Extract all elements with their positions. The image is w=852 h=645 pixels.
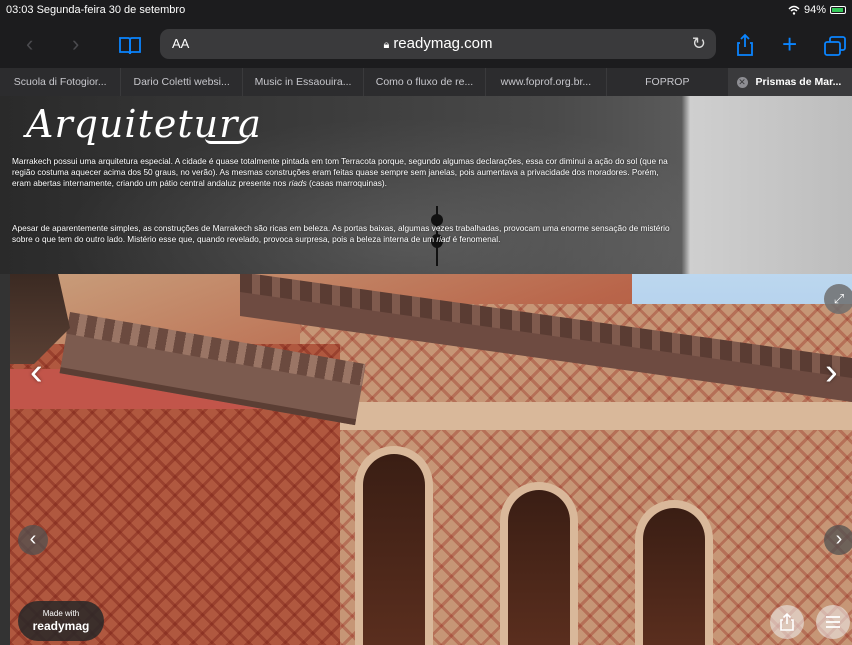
- photo-arch: [500, 482, 578, 645]
- status-date: Segunda-feira 30 de setembro: [36, 4, 186, 16]
- share-icon[interactable]: [736, 33, 754, 57]
- status-time-date: 03:03 Segunda-feira 30 de setembro: [6, 4, 185, 16]
- gallery-photo[interactable]: [10, 274, 852, 645]
- reload-icon[interactable]: ↻: [692, 34, 706, 54]
- tab-label: Prismas de Mar...: [755, 76, 842, 88]
- share-icon[interactable]: [770, 605, 804, 639]
- chevron-left-icon[interactable]: ‹: [18, 525, 48, 555]
- battery-percent: 94%: [803, 4, 826, 16]
- wifi-icon: [788, 5, 800, 15]
- chevron-right-icon[interactable]: ›: [72, 32, 79, 56]
- book-icon[interactable]: [118, 34, 142, 58]
- browser-toolbar: ‹ › AA 🔒︎ readymag.com ↻ +: [0, 20, 852, 68]
- tab-item[interactable]: Dario Coletti websi...: [121, 68, 243, 96]
- made-with-readymag-badge[interactable]: Made with readymag: [18, 601, 104, 641]
- menu-icon[interactable]: [816, 605, 850, 639]
- tab-item[interactable]: Como o fluxo de re...: [364, 68, 486, 96]
- photo-arch: [635, 500, 713, 645]
- page-content: Arquitetura Marrakech possui uma arquite…: [0, 96, 852, 645]
- chevron-left-icon[interactable]: ‹: [26, 32, 33, 56]
- battery-icon: [830, 6, 846, 14]
- tab-item[interactable]: Music in Essaouira...: [243, 68, 365, 96]
- tab-item[interactable]: Scuola di Fotogior...: [0, 68, 122, 96]
- photo-arch: [355, 446, 433, 645]
- photo-wall-band: [340, 402, 852, 430]
- url-text: readymag.com: [393, 35, 493, 52]
- status-indicators: 94%: [788, 4, 846, 16]
- lock-icon: 🔒︎: [383, 39, 390, 51]
- badge-brand-text: readymag: [32, 619, 90, 633]
- chevron-right-icon[interactable]: ›: [825, 352, 838, 392]
- status-time: 03:03: [6, 4, 34, 16]
- address-bar[interactable]: AA 🔒︎ readymag.com ↻: [160, 29, 716, 59]
- plus-icon[interactable]: +: [782, 31, 797, 57]
- screen: 03:03 Segunda-feira 30 de setembro 94% ‹…: [0, 0, 852, 645]
- tab-item[interactable]: www.foprof.org.br...: [486, 68, 608, 96]
- tab-item[interactable]: FOPROP: [607, 68, 729, 96]
- status-bar: 03:03 Segunda-feira 30 de setembro 94%: [0, 0, 852, 20]
- article-paragraph: Apesar de aparentemente simples, as cons…: [12, 223, 670, 244]
- title-swash-decoration: [205, 132, 250, 144]
- tab-item-active[interactable]: ✕ Prismas de Mar...: [728, 68, 852, 96]
- close-icon[interactable]: ✕: [736, 77, 748, 88]
- badge-small-text: Made with: [42, 609, 80, 618]
- tab-strip: Scuola di Fotogior... Dario Coletti webs…: [0, 68, 852, 96]
- url-display[interactable]: 🔒︎ readymag.com: [160, 35, 716, 52]
- chevron-left-icon[interactable]: ‹: [30, 352, 43, 392]
- chevron-right-icon[interactable]: ›: [824, 525, 852, 555]
- expand-icon[interactable]: ⤢: [824, 284, 852, 314]
- article-paragraph: Marrakech possui uma arquitetura especia…: [12, 156, 668, 188]
- tabs-icon[interactable]: [824, 34, 846, 58]
